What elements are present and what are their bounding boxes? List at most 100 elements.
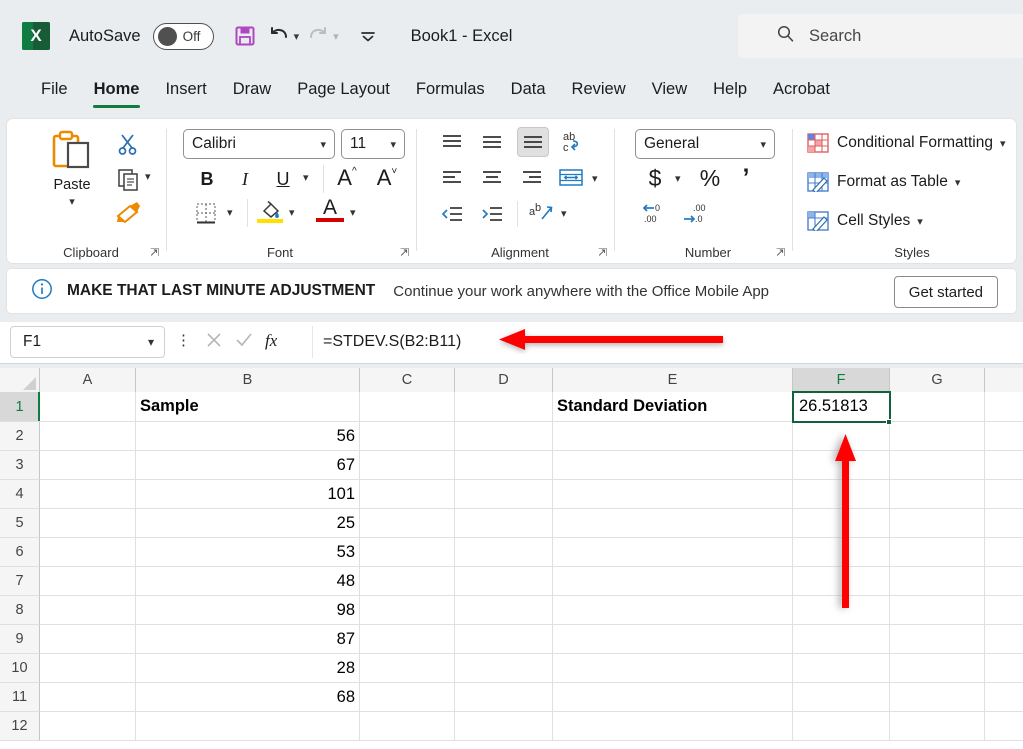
- cell-E10[interactable]: [553, 654, 793, 683]
- cell-B1[interactable]: Sample: [136, 392, 360, 422]
- cell-C12[interactable]: [360, 712, 455, 741]
- cell-D12[interactable]: [455, 712, 553, 741]
- cell-D1[interactable]: [455, 392, 553, 422]
- cell-C5[interactable]: [360, 509, 455, 538]
- row-header-9[interactable]: 9: [0, 625, 40, 654]
- percent-style-button[interactable]: %: [695, 163, 725, 193]
- vertical-ellipsis-icon[interactable]: ⋮: [176, 333, 191, 348]
- cell-F11[interactable]: [793, 683, 890, 712]
- cell-E1[interactable]: Standard Deviation: [553, 392, 793, 422]
- font-size-select[interactable]: 11 ▾: [341, 129, 405, 159]
- cell-E8[interactable]: [553, 596, 793, 625]
- row-header-11[interactable]: 11: [0, 683, 40, 712]
- align-bottom-button[interactable]: [517, 127, 549, 157]
- cell-H5[interactable]: [985, 509, 1023, 538]
- cell-H12[interactable]: [985, 712, 1023, 741]
- tab-review[interactable]: Review: [559, 78, 639, 103]
- enter-button[interactable]: [234, 330, 254, 355]
- decrease-font-size-button[interactable]: A˅: [371, 163, 403, 193]
- decrease-indent-button[interactable]: [437, 201, 467, 227]
- cell-E5[interactable]: [553, 509, 793, 538]
- cell-A6[interactable]: [40, 538, 136, 567]
- cell-H1[interactable]: [985, 392, 1023, 422]
- cell-G8[interactable]: [890, 596, 985, 625]
- cell-H11[interactable]: [985, 683, 1023, 712]
- format-as-table-button[interactable]: Format as Table ▾: [807, 172, 960, 192]
- row-header-7[interactable]: 7: [0, 567, 40, 596]
- cell-A11[interactable]: [40, 683, 136, 712]
- align-center-button[interactable]: [477, 165, 507, 191]
- formula-input[interactable]: =STDEV.S(B2:B11): [312, 326, 1012, 358]
- cell-F9[interactable]: [793, 625, 890, 654]
- cell-H10[interactable]: [985, 654, 1023, 683]
- cell-styles-button[interactable]: Cell Styles ▾: [807, 211, 923, 231]
- cell-F3[interactable]: [793, 451, 890, 480]
- redo-button[interactable]: [301, 19, 335, 53]
- cell-G3[interactable]: [890, 451, 985, 480]
- font-family-select[interactable]: Calibri ▾: [183, 129, 335, 159]
- tab-page-layout[interactable]: Page Layout: [284, 78, 403, 103]
- copy-button[interactable]: [113, 164, 143, 194]
- font-dialog-launcher[interactable]: ⇱: [400, 246, 409, 259]
- paste-dropdown-chevron-icon[interactable]: ▾: [69, 195, 75, 208]
- cell-C3[interactable]: [360, 451, 455, 480]
- cell-G4[interactable]: [890, 480, 985, 509]
- name-box[interactable]: F1 ▾: [10, 326, 165, 358]
- cell-B11[interactable]: 68: [136, 683, 360, 712]
- copy-dropdown-chevron-icon[interactable]: ▾: [145, 170, 151, 183]
- accounting-format-button[interactable]: $: [641, 163, 669, 193]
- cell-B3[interactable]: 67: [136, 451, 360, 480]
- align-middle-button[interactable]: [477, 129, 507, 155]
- cell-B9[interactable]: 87: [136, 625, 360, 654]
- column-header-c[interactable]: C: [360, 368, 455, 392]
- cell-D4[interactable]: [455, 480, 553, 509]
- cell-B6[interactable]: 53: [136, 538, 360, 567]
- row-header-6[interactable]: 6: [0, 538, 40, 567]
- cell-A2[interactable]: [40, 422, 136, 451]
- cell-E4[interactable]: [553, 480, 793, 509]
- column-header-h-partial[interactable]: [985, 368, 1023, 392]
- column-header-a[interactable]: A: [40, 368, 136, 392]
- cell-B8[interactable]: 98: [136, 596, 360, 625]
- select-all-corner[interactable]: [0, 368, 40, 392]
- cell-D3[interactable]: [455, 451, 553, 480]
- cell-E12[interactable]: [553, 712, 793, 741]
- cell-E3[interactable]: [553, 451, 793, 480]
- decrease-decimal-button[interactable]: .00 .0: [679, 199, 713, 227]
- currency-dropdown-chevron-icon[interactable]: ▾: [675, 172, 681, 185]
- cell-C11[interactable]: [360, 683, 455, 712]
- fill-handle[interactable]: [886, 419, 892, 425]
- underline-dropdown-chevron-icon[interactable]: ▾: [303, 171, 309, 184]
- cell-C6[interactable]: [360, 538, 455, 567]
- autosave-toggle[interactable]: Off: [153, 23, 214, 50]
- cell-A12[interactable]: [40, 712, 136, 741]
- cell-B2[interactable]: 56: [136, 422, 360, 451]
- wrap-text-button[interactable]: ab c: [557, 127, 589, 157]
- row-header-8[interactable]: 8: [0, 596, 40, 625]
- tab-view[interactable]: View: [639, 78, 700, 103]
- cell-B10[interactable]: 28: [136, 654, 360, 683]
- cell-G9[interactable]: [890, 625, 985, 654]
- cell-B5[interactable]: 25: [136, 509, 360, 538]
- tab-insert[interactable]: Insert: [152, 78, 219, 103]
- orientation-dropdown-chevron-icon[interactable]: ▾: [561, 207, 567, 220]
- cell-A1[interactable]: [40, 392, 136, 422]
- cell-F7[interactable]: [793, 567, 890, 596]
- row-header-4[interactable]: 4: [0, 480, 40, 509]
- tab-formulas[interactable]: Formulas: [403, 78, 498, 103]
- alignment-dialog-launcher[interactable]: ⇱: [598, 246, 607, 259]
- conditional-formatting-button[interactable]: Conditional Formatting ▾: [807, 133, 1005, 153]
- cell-H8[interactable]: [985, 596, 1023, 625]
- cell-G1[interactable]: [890, 392, 985, 422]
- increase-font-size-button[interactable]: A^: [331, 163, 363, 193]
- tab-file[interactable]: File: [28, 78, 81, 103]
- cell-H4[interactable]: [985, 480, 1023, 509]
- cell-B7[interactable]: 48: [136, 567, 360, 596]
- font-color-dropdown-chevron-icon[interactable]: ▾: [350, 206, 356, 219]
- cell-H3[interactable]: [985, 451, 1023, 480]
- tab-help[interactable]: Help: [700, 78, 760, 103]
- clipboard-dialog-launcher[interactable]: ⇱: [150, 246, 159, 259]
- cut-button[interactable]: [113, 129, 143, 159]
- cell-G5[interactable]: [890, 509, 985, 538]
- align-left-button[interactable]: [437, 165, 467, 191]
